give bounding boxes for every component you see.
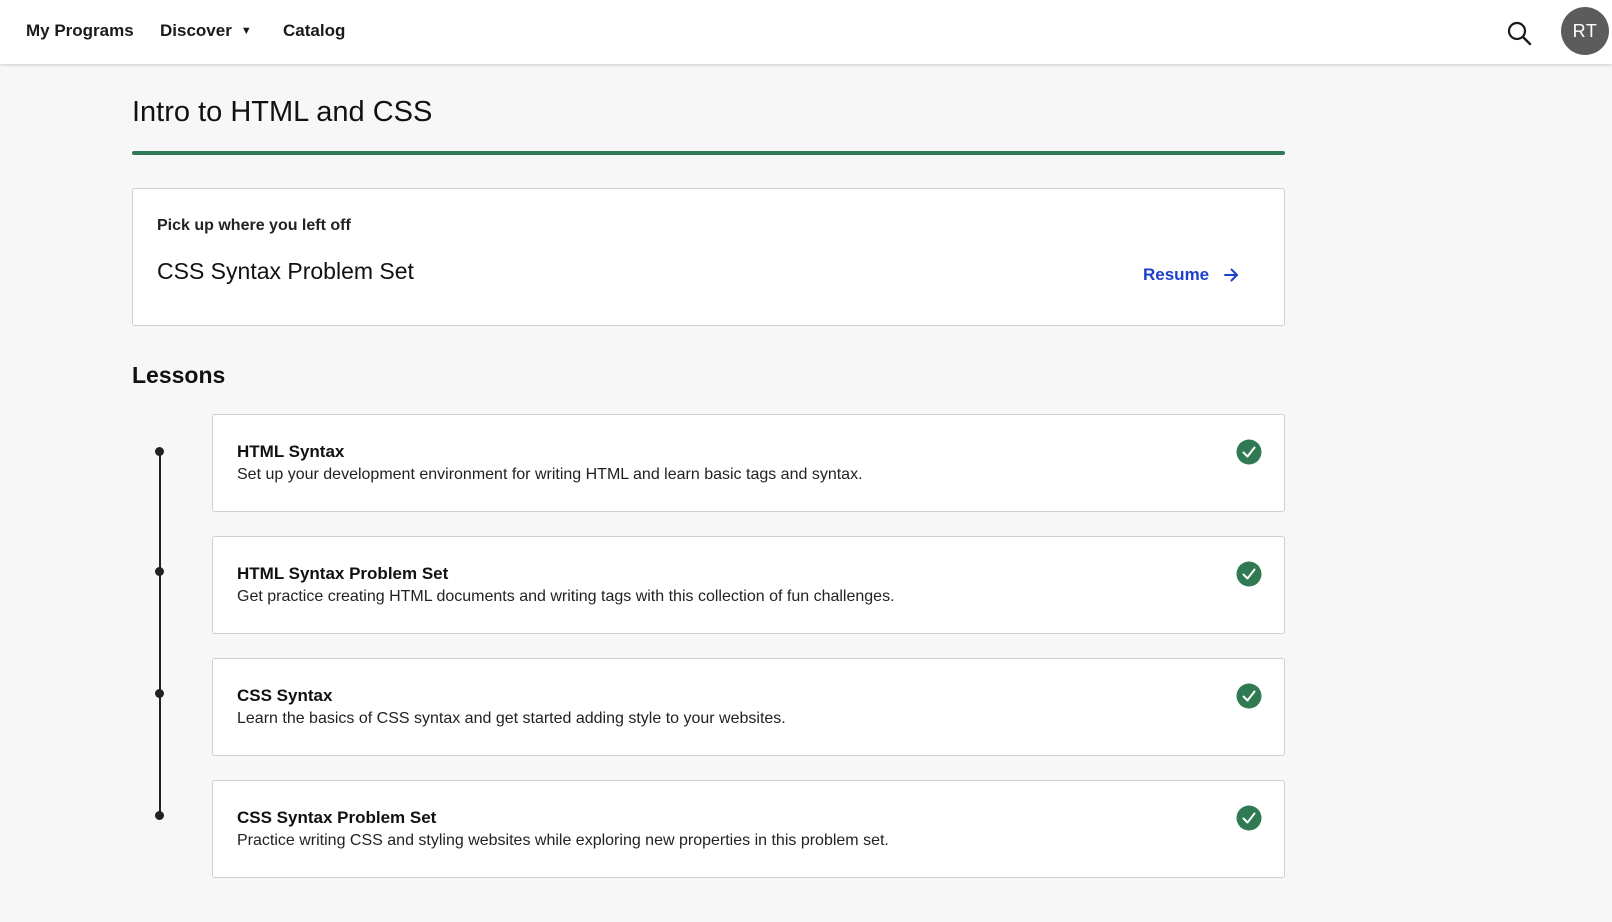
lessons-timeline-line — [159, 452, 161, 816]
resume-card: Pick up where you left off CSS Syntax Pr… — [132, 188, 1285, 326]
lesson-title: CSS Syntax — [237, 686, 333, 705]
lesson-title: HTML Syntax — [237, 442, 345, 461]
lessons-heading: Lessons — [132, 362, 226, 388]
resume-lesson-title: CSS Syntax Problem Set — [157, 258, 414, 284]
lesson-description: Practice writing CSS and styling website… — [237, 832, 889, 849]
lesson-title: CSS Syntax Problem Set — [237, 808, 437, 827]
nav-catalog[interactable]: Catalog — [283, 21, 345, 41]
top-navigation-bar: My Programs Discover ▼ Catalog RT — [0, 0, 1612, 64]
caret-down-icon: ▼ — [240, 25, 252, 37]
check-circle-icon — [1236, 439, 1262, 465]
nav-discover-label: Discover — [160, 21, 232, 40]
check-circle-icon — [1236, 683, 1262, 709]
check-circle-icon — [1236, 805, 1262, 831]
timeline-dot — [155, 811, 164, 820]
lesson-card-html-syntax[interactable]: HTML Syntax Set up your development envi… — [212, 414, 1285, 512]
lesson-description: Learn the basics of CSS syntax and get s… — [237, 710, 786, 727]
title-underline-divider — [132, 151, 1285, 155]
timeline-dot — [155, 447, 164, 456]
arrow-right-icon — [1224, 268, 1239, 282]
resume-kicker-text: Pick up where you left off — [157, 217, 351, 234]
search-button[interactable] — [1506, 20, 1532, 46]
resume-link-label: Resume — [1143, 265, 1210, 284]
lesson-title: HTML Syntax Problem Set — [237, 564, 449, 583]
lesson-card-css-syntax-problem-set[interactable]: CSS Syntax Problem Set Practice writing … — [212, 780, 1285, 878]
lesson-description: Get practice creating HTML documents and… — [237, 588, 895, 605]
resume-link[interactable]: Resume — [1143, 265, 1239, 285]
timeline-dot — [155, 689, 164, 698]
nav-discover-dropdown[interactable]: Discover ▼ — [160, 21, 252, 41]
search-icon — [1507, 21, 1532, 46]
nav-my-programs[interactable]: My Programs — [26, 21, 134, 41]
check-circle-icon — [1236, 561, 1262, 587]
timeline-dot — [155, 567, 164, 576]
user-avatar[interactable]: RT — [1561, 7, 1609, 55]
lesson-card-html-syntax-problem-set[interactable]: HTML Syntax Problem Set Get practice cre… — [212, 536, 1285, 634]
lesson-description: Set up your development environment for … — [237, 466, 863, 483]
lesson-card-css-syntax[interactable]: CSS Syntax Learn the basics of CSS synta… — [212, 658, 1285, 756]
page-title: Intro to HTML and CSS — [132, 96, 433, 128]
